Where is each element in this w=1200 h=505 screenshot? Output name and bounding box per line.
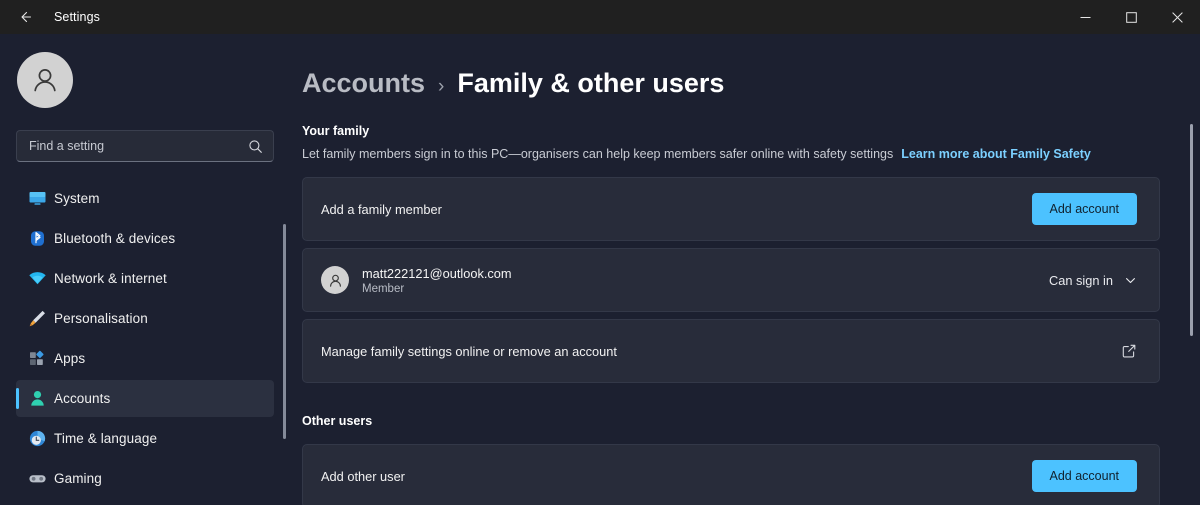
manage-family-settings-label: Manage family settings online or remove … xyxy=(321,343,617,359)
network-icon xyxy=(20,269,54,288)
sidebar-item-label: Accounts xyxy=(54,391,111,406)
external-link-icon xyxy=(1121,343,1137,359)
title-bar: Settings xyxy=(0,0,1200,34)
person-icon xyxy=(329,274,341,287)
sidebar-item-label: Time & language xyxy=(54,431,158,446)
sidebar-item-accounts[interactable]: Accounts xyxy=(16,380,274,417)
other-users-heading: Other users xyxy=(302,414,373,428)
sidebar-item-label: Personalisation xyxy=(54,311,148,326)
sidebar-item-label: Bluetooth & devices xyxy=(54,231,176,246)
add-family-member-label: Add a family member xyxy=(321,201,442,217)
account-status-dropdown[interactable]: Can sign in xyxy=(1049,273,1137,288)
chevron-down-icon xyxy=(1126,277,1135,283)
add-other-user-label: Add other user xyxy=(321,468,405,484)
your-family-heading: Your family xyxy=(302,124,370,138)
search-box[interactable] xyxy=(16,130,274,162)
minimize-icon xyxy=(1080,16,1090,18)
breadcrumb: Accounts › Family & other users xyxy=(302,68,1160,99)
sidebar-item-time-language[interactable]: Time & language xyxy=(16,420,274,457)
close-button[interactable] xyxy=(1154,0,1200,34)
add-other-user-card: Add other user Add account xyxy=(302,444,1160,505)
sidebar-item-system[interactable]: System xyxy=(16,180,274,217)
your-family-description-row: Let family members sign in to this PC—or… xyxy=(302,147,1160,161)
window-controls xyxy=(1062,0,1200,34)
sidebar-item-bluetooth-devices[interactable]: Bluetooth & devices xyxy=(16,220,274,257)
sidebar-item-label: Network & internet xyxy=(54,271,167,286)
search-icon xyxy=(248,139,263,154)
person-icon xyxy=(34,69,56,92)
personalisation-icon xyxy=(20,309,54,328)
page-title: Family & other users xyxy=(457,68,725,98)
minimize-button[interactable] xyxy=(1062,0,1108,34)
add-family-account-button[interactable]: Add account xyxy=(1031,193,1137,225)
sidebar-item-apps[interactable]: Apps xyxy=(16,340,274,377)
add-family-member-card: Add a family member Add account xyxy=(302,177,1160,241)
manage-family-settings-card[interactable]: Manage family settings online or remove … xyxy=(302,319,1160,383)
sidebar-scrollbar[interactable] xyxy=(283,224,286,439)
family-safety-link[interactable]: Learn more about Family Safety xyxy=(901,147,1091,161)
back-button[interactable] xyxy=(8,2,42,32)
sidebar-item-label: System xyxy=(54,191,100,206)
account-info: matt222121@outlook.com Member xyxy=(362,266,512,295)
breadcrumb-parent[interactable]: Accounts xyxy=(302,68,425,99)
sidebar-item-gaming[interactable]: Gaming xyxy=(16,460,274,497)
close-icon xyxy=(1171,11,1183,23)
back-arrow-icon xyxy=(21,11,32,23)
family-account-row: matt222121@outlook.com Member Can sign i… xyxy=(302,248,1160,312)
time-icon xyxy=(20,429,54,448)
account-avatar xyxy=(321,266,349,294)
system-icon xyxy=(20,189,54,208)
sidebar-item-personalisation[interactable]: Personalisation xyxy=(16,300,274,337)
sidebar: System Bluetooth & devices xyxy=(0,34,290,505)
add-other-user-button[interactable]: Add account xyxy=(1031,460,1137,492)
your-family-description: Let family members sign in to this PC—or… xyxy=(302,147,894,161)
avatar-container xyxy=(16,34,274,108)
gaming-icon xyxy=(20,469,54,488)
sidebar-item-network-internet[interactable]: Network & internet xyxy=(16,260,274,297)
sidebar-item-label: Gaming xyxy=(54,471,102,486)
window-body: System Bluetooth & devices xyxy=(0,34,1200,505)
account-email: matt222121@outlook.com xyxy=(362,265,512,281)
main-scrollbar[interactable] xyxy=(1190,124,1193,336)
sidebar-nav: System Bluetooth & devices Network & int… xyxy=(16,180,274,497)
account-role: Member xyxy=(362,282,405,295)
sidebar-item-label: Apps xyxy=(54,351,86,366)
main-content: Accounts › Family & other users Your fam… xyxy=(290,34,1200,505)
bluetooth-icon xyxy=(20,229,54,248)
avatar[interactable] xyxy=(17,52,73,108)
maximize-icon xyxy=(1125,11,1137,23)
app-title: Settings xyxy=(54,10,100,24)
search-input[interactable] xyxy=(29,139,248,153)
settings-window: Settings Find a setting System Bluetooth… xyxy=(0,0,1200,505)
apps-icon xyxy=(20,349,54,368)
maximize-button[interactable] xyxy=(1108,0,1154,34)
accounts-icon xyxy=(20,389,54,408)
status-badge: Can sign in xyxy=(1048,272,1113,288)
search-container xyxy=(16,130,274,162)
breadcrumb-separator-icon: › xyxy=(438,76,445,97)
